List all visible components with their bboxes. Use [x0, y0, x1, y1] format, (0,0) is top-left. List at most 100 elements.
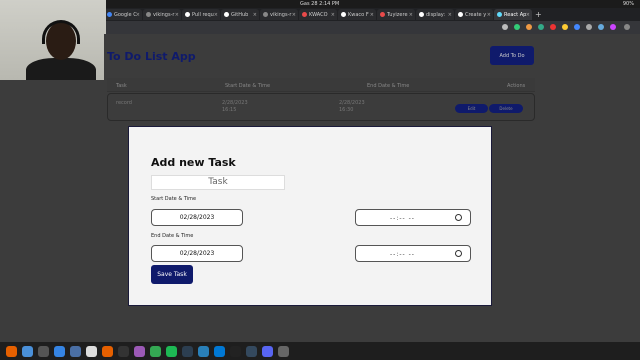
end-time-cell: 16:30 — [339, 107, 354, 113]
tab-label: Pull requ — [192, 11, 214, 18]
tab-favicon-icon — [107, 12, 112, 17]
apps-grid-icon[interactable] — [278, 345, 289, 357]
tab-close-icon[interactable]: × — [136, 12, 140, 18]
system-clock[interactable]: Gas 28 2:14 PM — [300, 1, 339, 7]
extension-icon[interactable] — [562, 24, 568, 30]
video-icon[interactable] — [182, 345, 193, 357]
extension-icon[interactable] — [538, 24, 544, 30]
add-todo-button[interactable]: Add To Do — [490, 46, 534, 65]
task-name-cell: record — [116, 100, 132, 106]
jetbrains-icon[interactable] — [198, 345, 209, 357]
header-end: End Date & Time — [367, 83, 410, 89]
tab-label: Google C — [114, 11, 137, 18]
browser-tab[interactable]: Google C × — [104, 9, 142, 20]
tab-favicon-icon — [419, 12, 424, 17]
star-icon[interactable] — [514, 24, 520, 30]
end-date-label: End Date & Time — [151, 233, 194, 239]
browser-tab[interactable]: vikings-r × — [260, 9, 298, 20]
tab-close-icon[interactable]: × — [253, 12, 257, 18]
edit-button[interactable]: Edit — [455, 104, 488, 113]
delete-button[interactable]: Delete — [489, 104, 523, 113]
tab-label: Kwaco F — [348, 11, 369, 18]
files-icon[interactable] — [22, 345, 33, 357]
podcast-icon[interactable] — [134, 345, 145, 357]
start-date-cell: 2/28/2023 — [222, 100, 248, 106]
trash-icon[interactable] — [86, 345, 97, 357]
header-task: Task — [116, 83, 127, 89]
tab-label: Tuyizere — [387, 11, 408, 18]
tab-favicon-icon — [263, 12, 268, 17]
vscode-icon[interactable] — [214, 345, 225, 357]
tab-label: KWACO — [309, 11, 328, 18]
table-header: Task Start Date & Time End Date & Time A… — [107, 78, 535, 92]
extension-icon[interactable] — [586, 24, 592, 30]
tab-close-icon[interactable]: × — [214, 12, 218, 18]
start-time-input[interactable]: --:-- -- — [355, 209, 471, 226]
webcam-overlay — [0, 0, 106, 80]
tab-close-icon[interactable]: × — [370, 12, 374, 18]
browser-tab[interactable]: KWACO × — [299, 9, 337, 20]
share-icon[interactable] — [502, 24, 508, 30]
extension-icon[interactable] — [550, 24, 556, 30]
spotify-icon[interactable] — [166, 345, 177, 357]
clock-icon[interactable] — [455, 250, 462, 257]
browser-tab[interactable]: React Ap × — [494, 9, 532, 20]
browser-tab[interactable]: Pull requ × — [182, 9, 220, 20]
new-tab-button[interactable]: + — [535, 10, 542, 19]
browser-toolbar — [104, 21, 640, 34]
tab-close-icon[interactable]: × — [487, 12, 491, 18]
save-task-button[interactable]: Save Task — [151, 265, 193, 284]
discord-icon[interactable] — [262, 345, 273, 357]
file-manager-icon[interactable] — [70, 345, 81, 357]
tab-close-icon[interactable]: × — [175, 12, 179, 18]
chrome-icon[interactable] — [150, 345, 161, 357]
header-actions: Actions — [507, 83, 526, 89]
terminal-icon[interactable] — [38, 345, 49, 357]
table-row: record 2/28/2023 16:15 2/28/2023 16:30 E… — [107, 93, 535, 121]
profile-avatar-icon[interactable] — [610, 24, 616, 30]
tab-favicon-icon — [185, 12, 190, 17]
browser-tab[interactable]: Kwaco F × — [338, 9, 376, 20]
extension-icon[interactable] — [526, 24, 532, 30]
system-status[interactable]: 90% — [623, 1, 634, 7]
tab-close-icon[interactable]: × — [292, 12, 296, 18]
tab-favicon-icon — [380, 12, 385, 17]
screenshot-icon[interactable] — [246, 345, 257, 357]
start-time-cell: 16:15 — [222, 107, 237, 113]
tab-favicon-icon — [458, 12, 463, 17]
header-start: Start Date & Time — [225, 83, 271, 89]
add-task-modal: Add new Task Task Start Date & Time 02/2… — [128, 126, 492, 306]
tab-close-icon[interactable]: × — [448, 12, 452, 18]
browser-tab[interactable]: GitHub × — [221, 9, 259, 20]
tab-label: Create y — [465, 11, 487, 18]
modal-title: Add new Task — [151, 156, 236, 169]
start-date-input[interactable]: 02/28/2023 — [151, 209, 243, 226]
firefox-icon[interactable] — [6, 345, 17, 357]
browser-tab[interactable]: vikings-r × — [143, 9, 181, 20]
inkscape-icon[interactable] — [118, 345, 129, 357]
end-date-input[interactable]: 02/28/2023 — [151, 245, 243, 262]
extension-icon[interactable] — [574, 24, 580, 30]
tab-label: display: — [426, 11, 446, 18]
end-time-input[interactable]: --:-- -- — [355, 245, 471, 262]
browser-tab[interactable]: Create y × — [455, 9, 493, 20]
tab-close-icon[interactable]: × — [409, 12, 413, 18]
taskbar — [0, 342, 640, 360]
obs-icon[interactable] — [230, 345, 241, 357]
help-icon[interactable] — [54, 345, 65, 357]
task-input[interactable]: Task — [151, 175, 285, 190]
tab-close-icon[interactable]: × — [526, 12, 530, 18]
start-time-value: --:-- -- — [390, 215, 415, 222]
end-time-value: --:-- -- — [390, 251, 415, 258]
tab-close-icon[interactable]: × — [331, 12, 335, 18]
browser-tab[interactable]: display: × — [416, 9, 454, 20]
extension-icon[interactable] — [598, 24, 604, 30]
menu-icon[interactable] — [624, 24, 630, 30]
webcam-person-body — [26, 58, 96, 80]
tab-favicon-icon — [341, 12, 346, 17]
tab-favicon-icon — [302, 12, 307, 17]
browser-tab[interactable]: Tuyizere × — [377, 9, 415, 20]
software-icon[interactable] — [102, 345, 113, 357]
tab-label: vikings-r — [153, 11, 175, 18]
clock-icon[interactable] — [455, 214, 462, 221]
